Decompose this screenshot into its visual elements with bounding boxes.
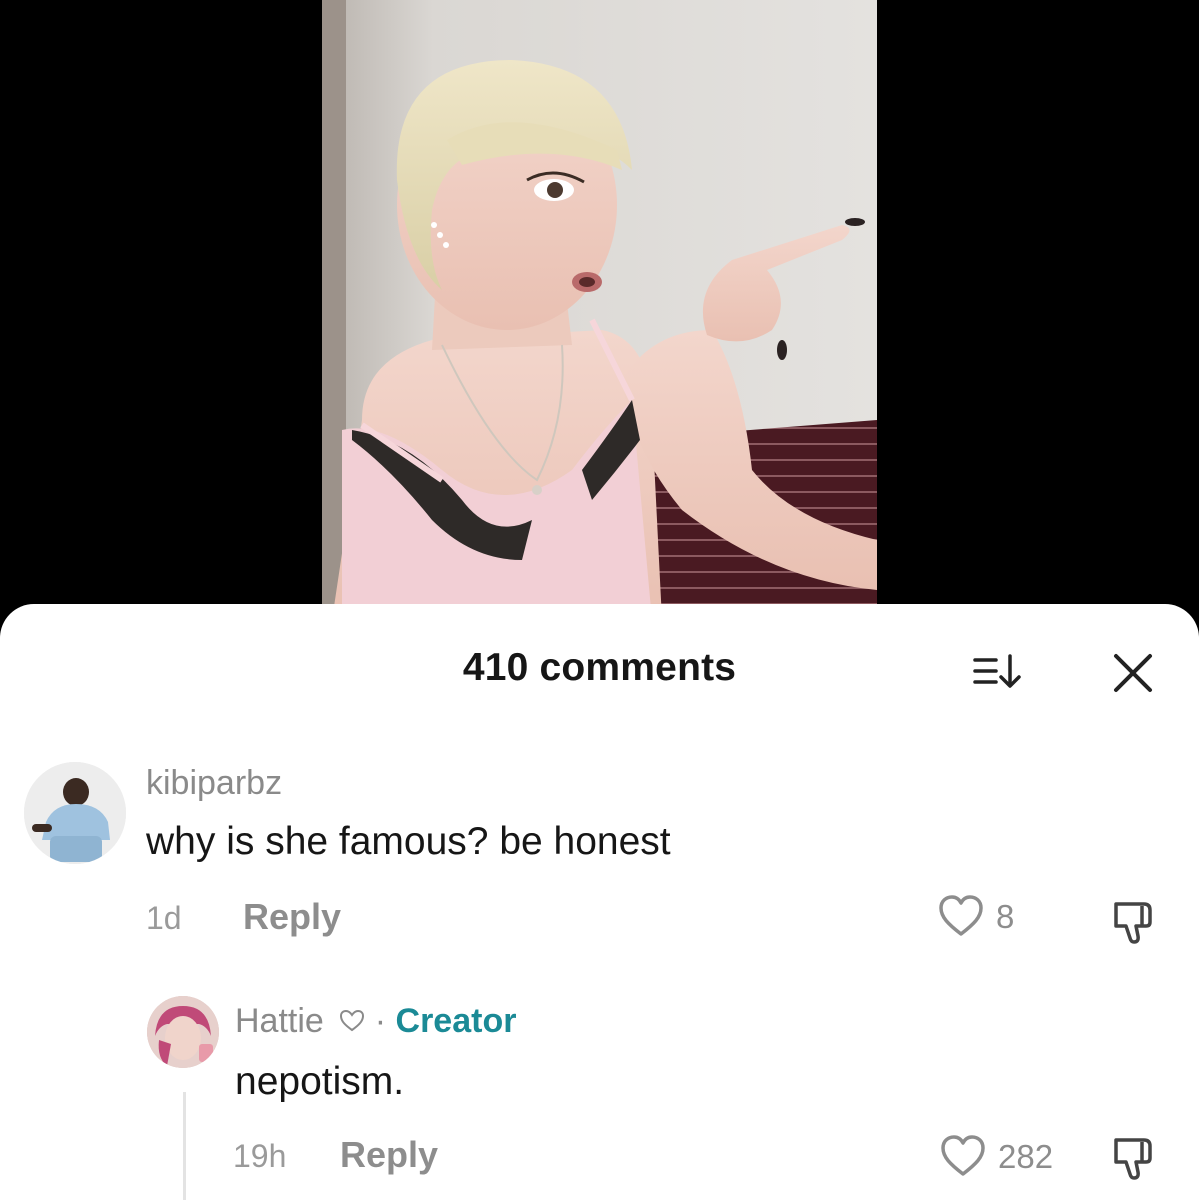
creator-badge: Creator (395, 1002, 517, 1040)
comment-text: nepotism. (235, 1060, 405, 1103)
reply-button[interactable]: Reply (340, 1134, 438, 1176)
heart-outline-icon (941, 1135, 985, 1176)
comment-timestamp: 19h (233, 1138, 287, 1174)
sort-descending-icon[interactable] (972, 652, 1026, 692)
like-count: 282 (998, 1138, 1054, 1175)
comment-username-row: Hattie · Creator (235, 1002, 516, 1041)
comment-timestamp: 1d (146, 900, 182, 936)
comments-sheet: 410 comments kibiparbz why is she famous… (0, 604, 1199, 1200)
video-frame-image (322, 0, 877, 620)
heart-outline-icon (939, 895, 983, 936)
avatar[interactable] (24, 762, 126, 864)
comments-header: 410 comments (0, 646, 1199, 696)
app-screen: 410 comments kibiparbz why is she famous… (0, 0, 1199, 1200)
heart-outline-icon (340, 1009, 365, 1032)
username-separator: · (374, 1002, 387, 1040)
comment-username[interactable]: kibiparbz (146, 764, 282, 803)
comment-text: why is she famous? be honest (146, 820, 671, 863)
dislike-icon[interactable] (1108, 1134, 1160, 1186)
dislike-icon[interactable] (1108, 898, 1160, 950)
comment-item: kibiparbz why is she famous? be honest 1… (0, 754, 1199, 954)
like-button[interactable]: 8 (938, 894, 1038, 942)
like-count: 8 (996, 898, 1015, 935)
avatar[interactable] (147, 996, 219, 1068)
reply-button[interactable]: Reply (243, 896, 341, 938)
video-player[interactable] (322, 0, 877, 620)
comment-username[interactable]: Hattie (235, 1002, 324, 1040)
comment-item: Hattie · Creator nepotism. 19h Reply 282 (0, 994, 1199, 1200)
close-icon[interactable] (1110, 650, 1156, 696)
like-button[interactable]: 282 (940, 1134, 1070, 1182)
